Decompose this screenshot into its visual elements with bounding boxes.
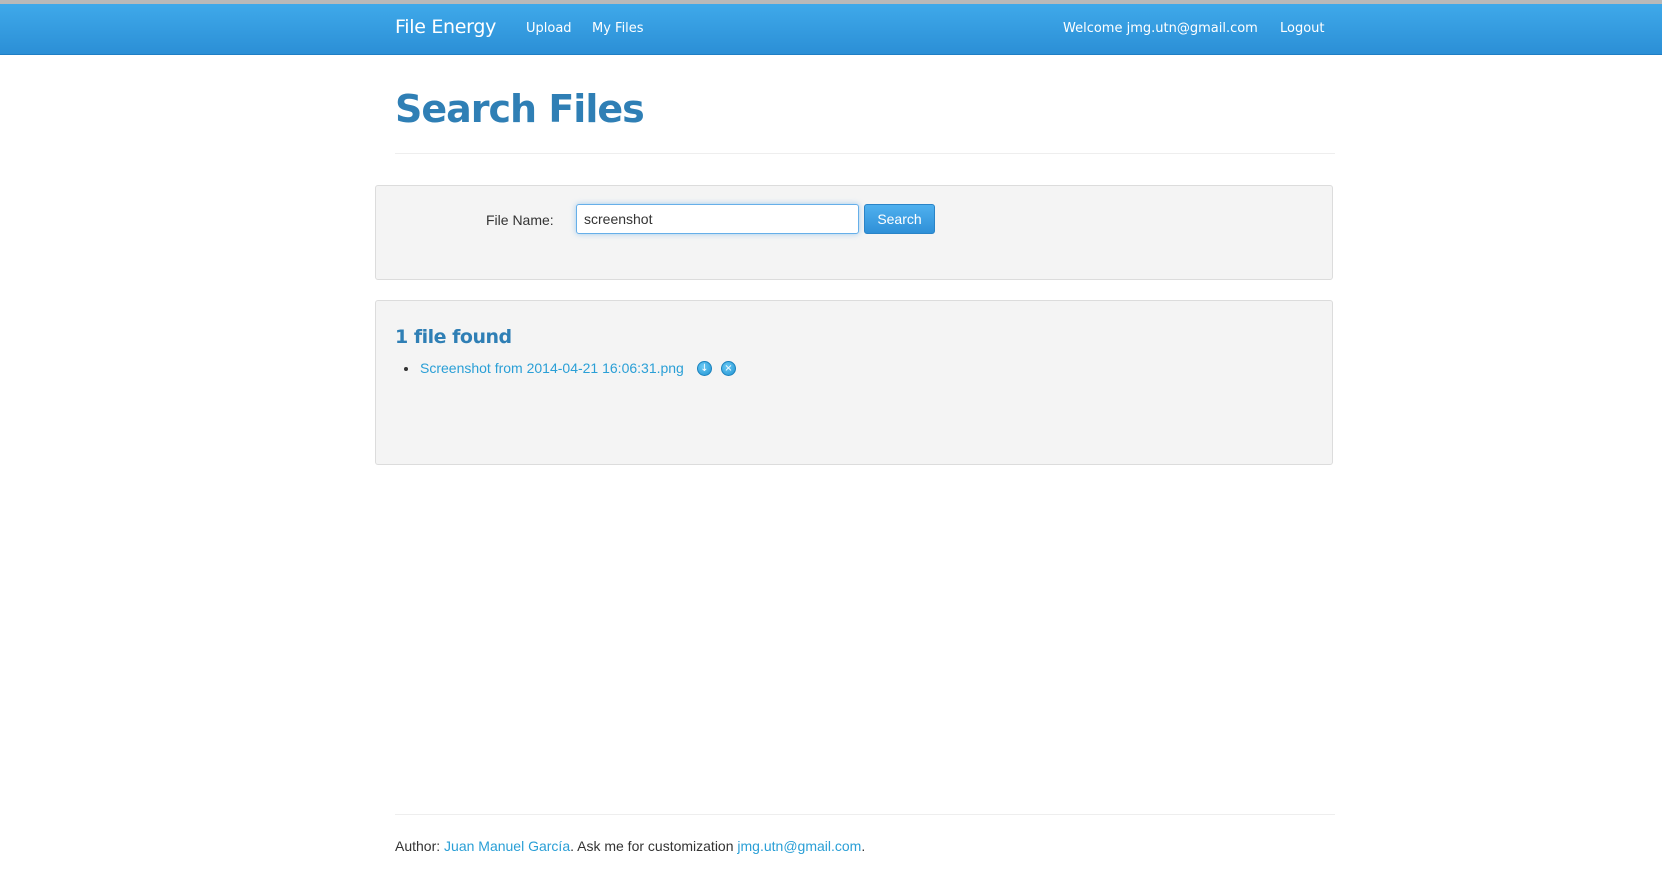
navbar-inner: File Energy Upload My Files Welcome jmg.…: [395, 4, 1335, 55]
footer-divider: [395, 814, 1335, 815]
results-count-heading: 1 file found: [395, 326, 512, 348]
search-panel: File Name: Search: [375, 185, 1333, 280]
footer-author-prefix: Author:: [395, 838, 445, 854]
author-link[interactable]: Juan Manuel García: [444, 838, 570, 854]
footer-middle-text: . Ask me for customization: [570, 838, 738, 854]
nav-my-files-link[interactable]: My Files: [592, 21, 644, 36]
welcome-user-link[interactable]: Welcome jmg.utn@gmail.com: [1063, 21, 1258, 36]
search-button[interactable]: Search: [864, 204, 935, 234]
logout-link[interactable]: Logout: [1280, 21, 1325, 36]
title-divider: [395, 153, 1335, 154]
email-link[interactable]: jmg.utn@gmail.com: [737, 838, 861, 854]
nav-upload-link[interactable]: Upload: [526, 21, 572, 36]
file-link[interactable]: Screenshot from 2014-04-21 16:06:31.png: [420, 360, 684, 376]
bullet-icon: [404, 367, 408, 371]
brand-link[interactable]: File Energy: [395, 16, 496, 38]
file-name-input[interactable]: [576, 204, 859, 234]
download-icon[interactable]: ↓: [697, 361, 712, 376]
footer: Author: Juan Manuel García. Ask me for c…: [395, 838, 865, 854]
file-name-label: File Name:: [486, 212, 554, 228]
footer-suffix: .: [861, 838, 866, 854]
navbar: File Energy Upload My Files Welcome jmg.…: [0, 4, 1662, 55]
results-panel: 1 file found Screenshot from 2014-04-21 …: [375, 300, 1333, 465]
delete-icon[interactable]: ×: [721, 361, 736, 376]
page-title: Search Files: [395, 87, 645, 131]
